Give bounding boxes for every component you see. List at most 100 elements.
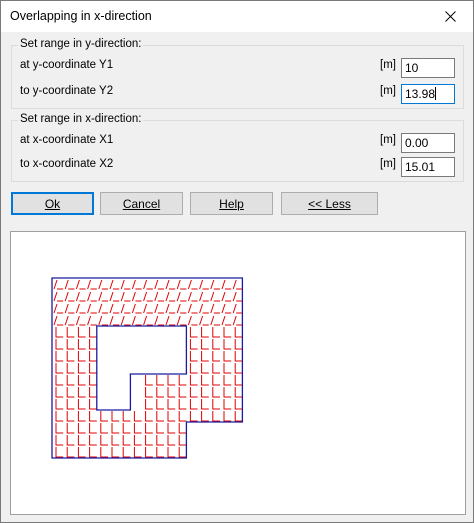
help-button[interactable]: Help [190,192,273,215]
cancel-button[interactable]: Cancel [100,192,183,215]
grid-cell [66,435,75,446]
grid-cell [66,351,75,362]
grid-cell [154,303,164,314]
grid-cell [98,291,108,302]
grid-cell [210,291,220,302]
grid-cell [131,279,142,290]
grid-cell [167,447,176,458]
grid-cell [156,447,164,458]
grid-cell [199,279,209,290]
grid-cell [187,279,198,290]
grid-cell [143,279,153,290]
grid-cell [178,447,187,458]
grid-cell [100,435,108,446]
grid-cell [199,303,209,314]
grid-cell [143,291,153,302]
grid-cell [167,387,176,398]
grid-cell [167,423,176,434]
grid-cell [145,423,153,434]
grid-cell [55,327,64,338]
y1-unit: [m] [380,59,396,71]
grid-cell [234,327,243,338]
grid-cell [89,399,97,410]
y2-label: to y-coordinate Y2 [20,85,114,97]
grid-cell [145,435,153,446]
grid-cell [223,339,232,350]
grid-cell [178,387,187,398]
y1-field[interactable]: 10 [401,58,455,78]
grid-cell [122,447,131,458]
grid-cell [55,363,64,374]
grid-cell [53,315,64,326]
grid-cell [145,411,153,422]
grid-cell [120,291,131,302]
grid-cell [55,447,64,458]
grid-cell [178,375,187,386]
grid-cell [66,363,75,374]
grid-cell [55,351,64,362]
cancel-button-label: Cancel [122,196,161,211]
x2-field[interactable]: 15.01 [401,157,455,177]
grid-cell [212,327,220,338]
grid-cell [89,339,97,350]
grid-cell [234,411,243,422]
grid-cell [89,363,97,374]
grid-cell [133,411,142,422]
grid-cell [75,279,86,290]
grid-cell [154,291,164,302]
grid-cell [75,291,86,302]
grid-cell [143,315,153,326]
grid-cell [201,339,209,350]
grid-cell [122,423,131,434]
dialog-window: Overlapping in x-direction Set range in … [0,0,474,523]
y2-field[interactable]: 13.98 [401,84,455,104]
grid-cell [66,387,75,398]
grid-cell [210,315,220,326]
grid-cell [55,411,64,422]
grid-cell [165,279,176,290]
grid-cell [223,387,232,398]
close-button[interactable] [427,1,473,32]
grid-cell [133,447,142,458]
grid-cell [165,291,176,302]
grid-cell [189,387,198,398]
grid-cell [201,399,209,410]
overlap-preview-drawing [51,277,244,459]
grid-cell [55,399,64,410]
grid-cell [176,315,187,326]
y-range-group: Set range in y-direction: at y-coordinat… [11,38,464,109]
grid-cell [89,375,97,386]
grid-cell [75,303,86,314]
grid-cell [145,447,153,458]
grid-cell [223,411,232,422]
grid-cell [232,279,243,290]
grid-cell [187,291,198,302]
grid-cell [64,279,75,290]
less-button[interactable]: << Less [281,192,378,215]
y1-label: at y-coordinate Y1 [20,59,114,71]
grid-cell [77,363,86,374]
grid-cell [212,375,220,386]
grid-cell [232,315,243,326]
grid-cell [165,315,176,326]
grid-cell [199,291,209,302]
grid-cell [66,339,75,350]
grid-cell [176,303,187,314]
grid-cell [145,375,153,386]
grid-cell [89,435,97,446]
title-bar[interactable]: Overlapping in x-direction [1,1,473,32]
grid-cell [156,435,164,446]
window-title: Overlapping in x-direction [10,9,152,23]
grid-cell [66,375,75,386]
x1-field[interactable]: 0.00 [401,133,455,153]
grid-cell [189,399,198,410]
ok-button[interactable]: Ok [11,192,94,215]
grid-cell [122,435,131,446]
grid-cell [221,291,232,302]
grid-cell [176,279,187,290]
grid-cell [89,327,97,338]
grid-cell [131,303,142,314]
grid-cell [53,279,64,290]
grid-cell [77,327,86,338]
y-range-legend: Set range in y-direction: [18,38,144,50]
